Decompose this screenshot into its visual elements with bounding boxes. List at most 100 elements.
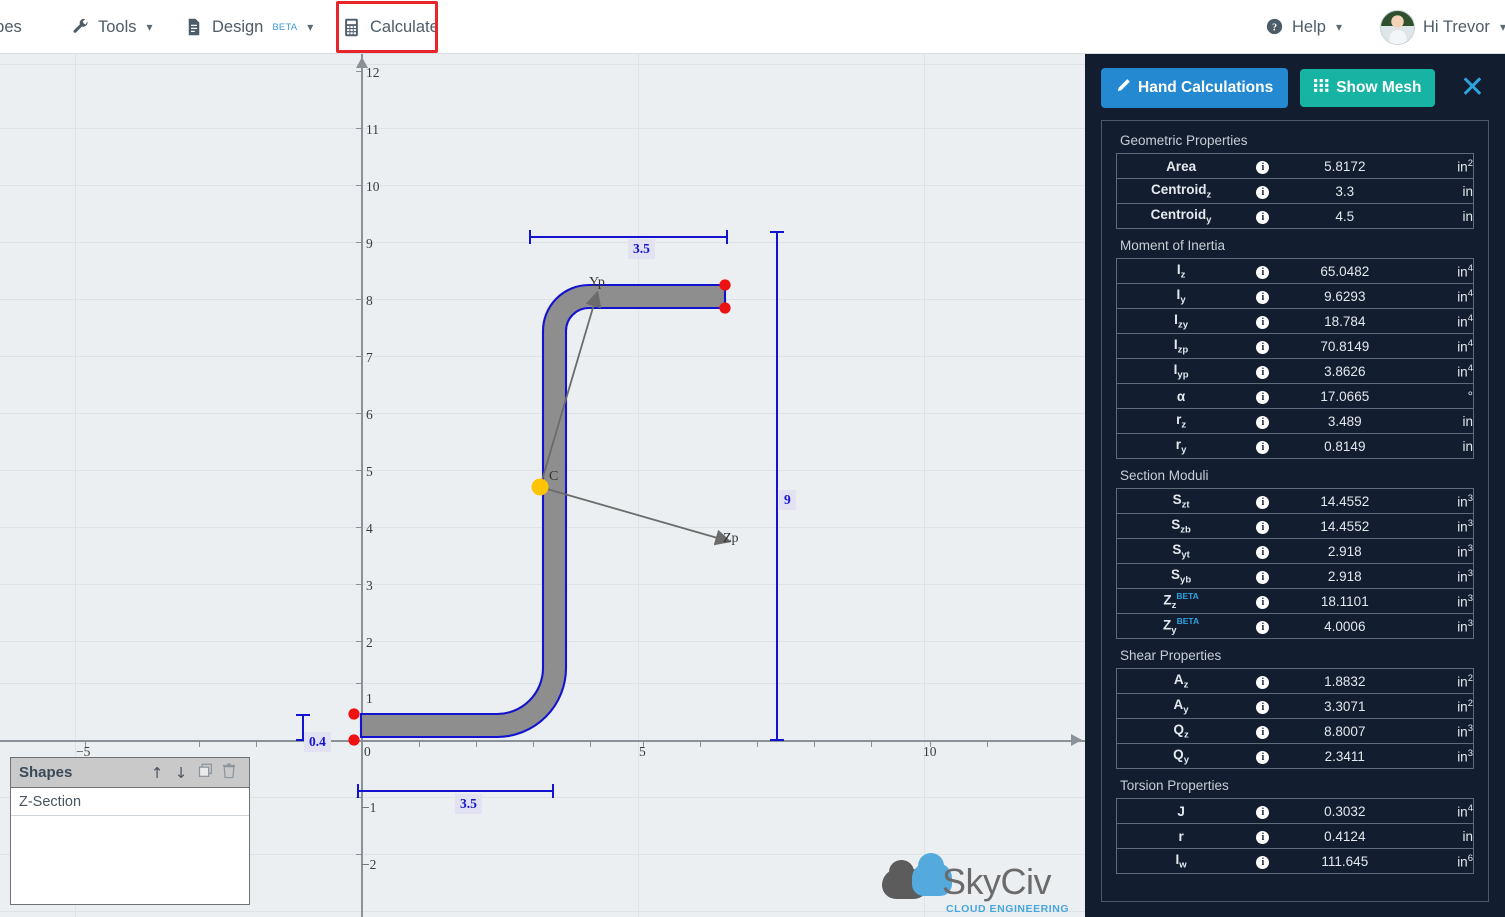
principal-axis-yp-label: Yp	[589, 275, 605, 290]
property-unit: in3	[1408, 588, 1474, 614]
info-icon[interactable]: i	[1245, 563, 1281, 589]
info-icon[interactable]: i	[1245, 743, 1281, 769]
property-unit: in3	[1457, 492, 1473, 510]
property-unit: in2	[1457, 157, 1473, 175]
info-icon[interactable]: i	[1245, 333, 1281, 359]
info-icon[interactable]: i	[1245, 259, 1281, 284]
close-icon[interactable]: ✕	[1460, 73, 1489, 103]
shapes-panel: Shapes ↑ ↓ Z-Section	[10, 757, 250, 905]
table-row: rz i 3.489 in	[1116, 408, 1474, 434]
table-row: Area i 5.8172 in2	[1117, 154, 1474, 179]
table-row: Iw i 111.645 in6	[1116, 848, 1474, 874]
nav-item-help-label: Help	[1292, 17, 1326, 36]
info-icon[interactable]: i	[1245, 433, 1281, 459]
calculate-highlight-box	[336, 1, 438, 53]
info-icon[interactable]: i	[1245, 308, 1281, 334]
duplicate-icon[interactable]	[193, 763, 217, 782]
info-icon[interactable]: i	[1245, 538, 1281, 564]
move-up-icon[interactable]: ↑	[145, 764, 169, 782]
property-symbol: ry	[1116, 433, 1246, 459]
results-panel-header: Hand Calculations Show Mesh ✕	[1101, 68, 1489, 108]
info-icon[interactable]: i	[1245, 693, 1281, 719]
property-unit: in2	[1408, 693, 1474, 719]
property-symbol: J	[1177, 803, 1185, 819]
chevron-down-icon: ▾	[1335, 20, 1342, 34]
nav-item-tools-label: Tools	[98, 17, 137, 36]
properties-table: Area i 5.8172 in2 Centroidz i 3.3 in Centroidy i 4…	[1116, 153, 1474, 229]
logo-text-sky: Sky	[942, 861, 1001, 902]
centroid-marker[interactable]	[531, 478, 549, 496]
property-value: 4.0006	[1280, 613, 1409, 639]
info-icon[interactable]: i	[1245, 358, 1281, 384]
property-value: 65.0482	[1320, 263, 1370, 279]
properties-table: Ji 0.3032 in4 r i 0.4124 in Iw i 111.645 in6	[1116, 798, 1474, 874]
property-value: 3.3071	[1280, 693, 1409, 719]
info-icon[interactable]: i	[1245, 613, 1281, 639]
properties-table: Szt i 14.4552 in3 Szb i 14.4552 in3 Syt i 2.918 in3…	[1116, 488, 1474, 639]
delete-icon[interactable]	[217, 762, 241, 783]
property-unit: in4	[1457, 262, 1473, 280]
property-symbol: ZyBETA	[1116, 613, 1246, 639]
node-marker[interactable]	[348, 734, 360, 746]
table-row: ZyBETA i 4.0006 in3	[1116, 613, 1474, 639]
info-icon[interactable]: i	[1245, 513, 1281, 539]
nav-item-help[interactable]: ? Help ▾	[1266, 0, 1342, 54]
info-icon[interactable]: i	[1245, 799, 1281, 824]
info-icon[interactable]: i	[1245, 848, 1281, 874]
property-value: 1.8832	[1324, 673, 1366, 689]
results-section-title: Geometric Properties	[1120, 133, 1248, 148]
pencil-icon	[1116, 78, 1131, 98]
nav-item-tools[interactable]: Tools ▾	[72, 0, 153, 54]
property-unit: in	[1408, 408, 1474, 434]
node-marker[interactable]	[719, 279, 731, 291]
info-icon[interactable]: i	[1245, 408, 1281, 434]
info-icon[interactable]: i	[1245, 718, 1281, 744]
info-icon[interactable]: i	[1245, 383, 1281, 409]
property-symbol: Iyp	[1116, 358, 1246, 384]
node-marker[interactable]	[348, 708, 360, 720]
table-row: Syb i 2.918 in3	[1116, 563, 1474, 589]
property-value: 3.8626	[1280, 358, 1409, 384]
chevron-down-icon: ▾	[146, 20, 153, 34]
shapes-panel-title: Shapes	[19, 764, 73, 781]
show-mesh-button[interactable]: Show Mesh	[1300, 69, 1436, 107]
property-unit: in6	[1408, 848, 1474, 874]
info-icon[interactable]: i	[1245, 669, 1281, 694]
info-icon[interactable]: i	[1245, 283, 1281, 309]
property-symbol: ZzBETA	[1116, 588, 1246, 614]
property-unit: in3	[1408, 743, 1474, 769]
move-down-icon[interactable]: ↓	[169, 764, 193, 782]
info-icon[interactable]: i	[1245, 178, 1281, 204]
info-icon[interactable]: i	[1245, 203, 1281, 229]
principal-axis-zp-label: Zp	[723, 531, 739, 546]
property-symbol: Iw	[1116, 848, 1246, 874]
list-item[interactable]: Z-Section	[11, 788, 249, 816]
nav-item-design[interactable]: Design BETA ▾	[186, 0, 313, 54]
property-unit: in	[1408, 823, 1474, 849]
property-value: 5.8172	[1324, 158, 1366, 174]
property-value: 14.4552	[1320, 493, 1370, 509]
dimension-label-top-flange: 3.5	[628, 239, 655, 259]
properties-table: Iz i 65.0482 in4 Iy i 9.6293 in4 Izy i 18.784 in4 Iz…	[1116, 258, 1474, 459]
user-menu[interactable]: Hi Trevor ▾	[1380, 0, 1505, 54]
node-marker[interactable]	[719, 302, 731, 314]
application-root: apes Tools ▾ Design BETA ▾ Calculate	[0, 0, 1505, 917]
table-row: Syt i 2.918 in3	[1116, 538, 1474, 564]
table-row: Centroidy i 4.5 in	[1116, 203, 1474, 229]
table-row: Iyp i 3.8626 in4	[1116, 358, 1474, 384]
nav-item-shapes[interactable]: apes	[0, 0, 22, 54]
table-row: ry i 0.8149 in	[1116, 433, 1474, 459]
properties-table: Az i 1.8832 in2 Ay i 3.3071 in2 Qz i 8.8007 in3 Qy i 2…	[1116, 668, 1474, 769]
table-row: Qy i 2.3411 in3	[1116, 743, 1474, 769]
design-beta-badge: BETA	[272, 21, 298, 33]
property-unit: in3	[1408, 718, 1474, 744]
info-icon[interactable]: i	[1245, 823, 1281, 849]
info-icon[interactable]: i	[1245, 588, 1281, 614]
info-icon[interactable]: i	[1245, 154, 1281, 179]
property-value: 3.489	[1280, 408, 1409, 434]
show-mesh-label: Show Mesh	[1336, 79, 1422, 96]
hand-calculations-button[interactable]: Hand Calculations	[1101, 68, 1289, 108]
property-value: 17.0665	[1280, 383, 1409, 409]
mesh-grid-icon	[1314, 79, 1329, 97]
info-icon[interactable]: i	[1245, 489, 1281, 514]
